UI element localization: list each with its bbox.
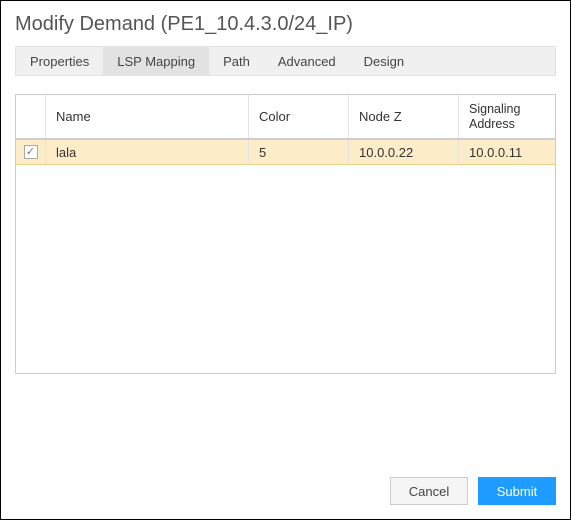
column-header-color[interactable]: Color bbox=[249, 95, 349, 138]
table-row[interactable]: ✓ lala 5 10.0.0.22 10.0.0.11 bbox=[16, 139, 555, 165]
checkbox-icon[interactable]: ✓ bbox=[24, 145, 38, 159]
submit-button[interactable]: Submit bbox=[478, 477, 556, 505]
column-header-name[interactable]: Name bbox=[46, 95, 249, 138]
tab-advanced[interactable]: Advanced bbox=[264, 47, 350, 75]
modify-demand-dialog: Modify Demand (PE1_10.4.3.0/24_IP) Prope… bbox=[0, 0, 571, 520]
table-body: ✓ lala 5 10.0.0.22 10.0.0.11 bbox=[16, 139, 555, 373]
dialog-footer: Cancel Submit bbox=[15, 477, 556, 505]
row-nodez-cell: 10.0.0.22 bbox=[349, 140, 459, 164]
tab-design[interactable]: Design bbox=[350, 47, 418, 75]
column-header-signaling-address[interactable]: Signaling Address bbox=[459, 95, 555, 138]
row-signaling-cell: 10.0.0.11 bbox=[459, 140, 555, 164]
lsp-mapping-table: Name Color Node Z Signaling Address ✓ la… bbox=[15, 94, 556, 374]
dialog-title: Modify Demand (PE1_10.4.3.0/24_IP) bbox=[15, 13, 556, 36]
column-header-checkbox[interactable] bbox=[16, 95, 46, 138]
table-header-row: Name Color Node Z Signaling Address bbox=[16, 95, 555, 139]
row-name-cell: lala bbox=[46, 140, 249, 164]
tab-lsp-mapping[interactable]: LSP Mapping bbox=[103, 47, 209, 75]
cancel-button[interactable]: Cancel bbox=[390, 477, 468, 505]
tab-properties[interactable]: Properties bbox=[16, 47, 103, 75]
column-header-nodez[interactable]: Node Z bbox=[349, 95, 459, 138]
row-checkbox-cell[interactable]: ✓ bbox=[16, 140, 46, 164]
tab-bar: Properties LSP Mapping Path Advanced Des… bbox=[15, 46, 556, 76]
row-color-cell: 5 bbox=[249, 140, 349, 164]
tab-path[interactable]: Path bbox=[209, 47, 264, 75]
